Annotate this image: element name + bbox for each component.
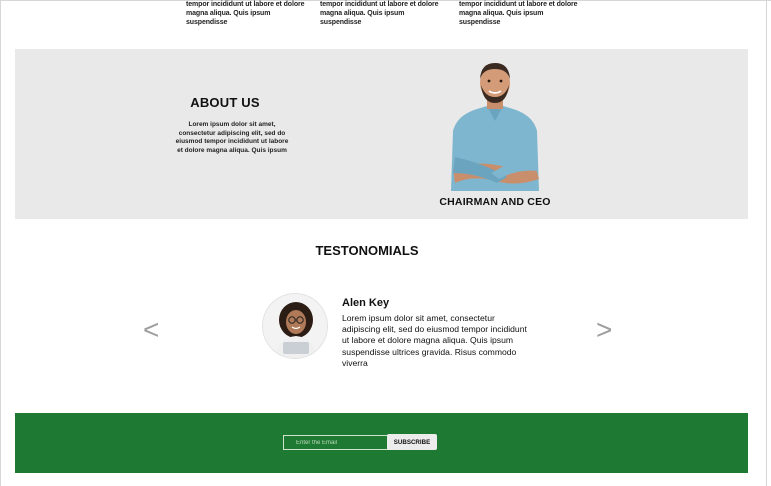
woman-portrait-icon: [263, 294, 327, 358]
testimonial-name: Alen Key: [342, 297, 390, 309]
frame-left-border: [0, 0, 1, 486]
frame-right-border: [766, 0, 767, 486]
testimonial-text: Lorem ipsum dolor sit amet, consectetur …: [342, 313, 527, 368]
feature-text-3: tempor incididunt ut labore et dolore ma…: [459, 1, 578, 26]
feature-text-2: tempor incididunt ut labore et dolore ma…: [320, 1, 439, 26]
email-input[interactable]: [283, 435, 391, 450]
ceo-caption: CHAIRMAN AND CEO: [439, 196, 551, 208]
testimonials-title: TESTONOMIALS: [315, 243, 419, 258]
testimonial-avatar: [263, 294, 327, 358]
subscribe-button[interactable]: SUBSCRIBE: [387, 434, 437, 450]
ceo-photo: [451, 63, 539, 191]
next-arrow-button[interactable]: >: [596, 312, 612, 348]
newsletter-section: SUBSCRIBE: [15, 413, 748, 473]
previous-arrow-button[interactable]: <: [143, 312, 159, 348]
about-description: Lorem ipsum dolor sit amet, consectetur …: [175, 121, 289, 154]
feature-text-1: tempor incididunt ut labore et dolore ma…: [186, 1, 305, 26]
about-title: ABOUT US: [190, 95, 260, 110]
about-section: ABOUT US Lorem ipsum dolor sit amet, con…: [15, 49, 748, 219]
